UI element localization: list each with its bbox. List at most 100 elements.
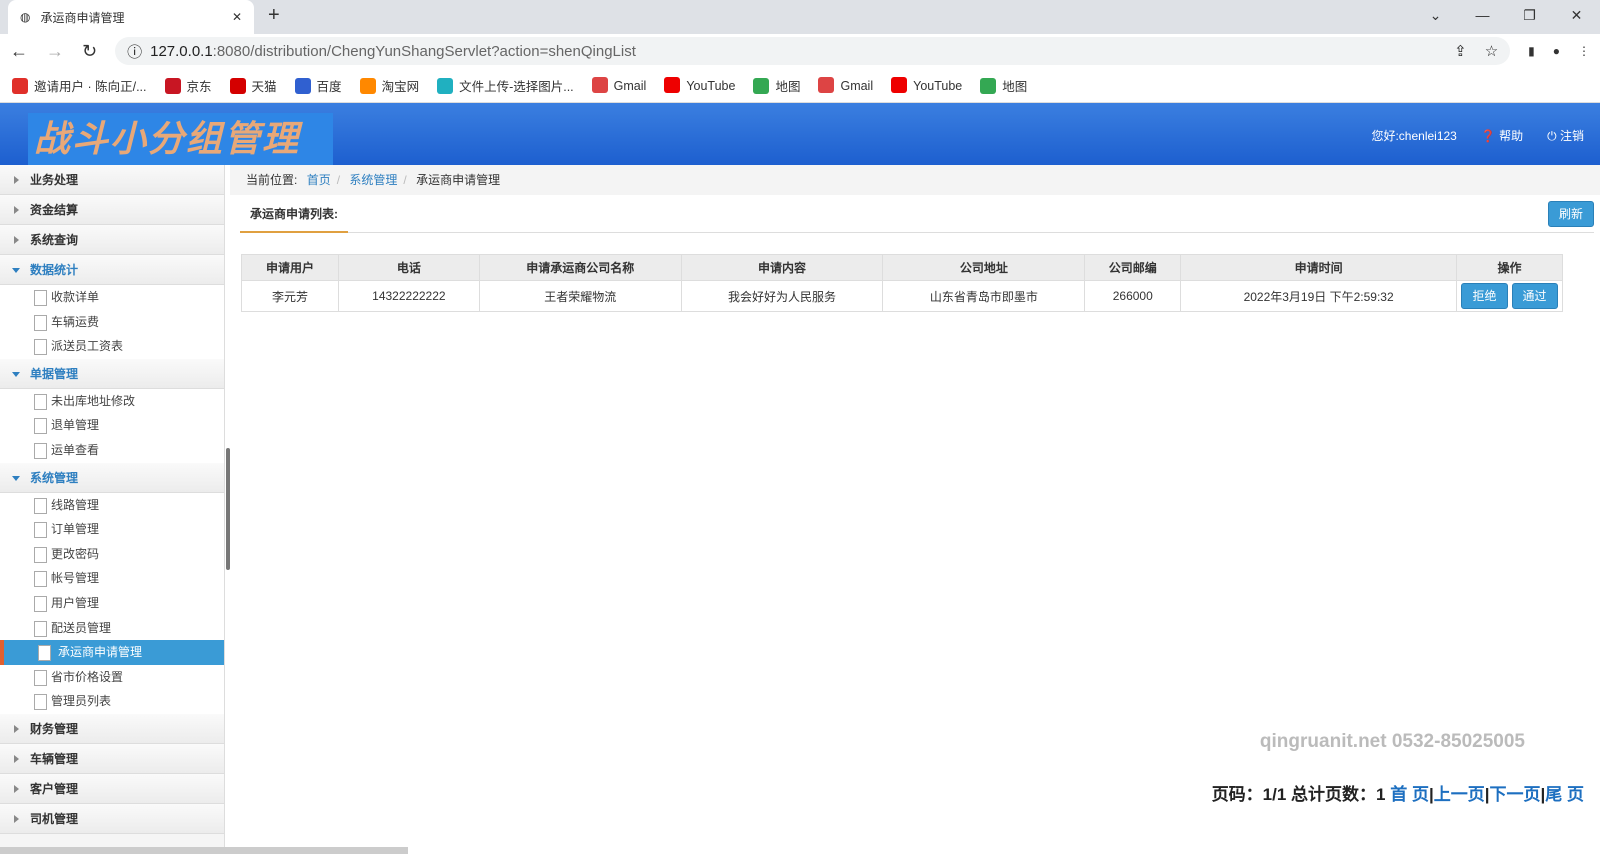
sidebar-group[interactable]: 财务管理: [0, 713, 224, 744]
approve-button[interactable]: 通过: [1511, 283, 1558, 309]
tab-search-icon[interactable]: ⌄: [1412, 0, 1459, 30]
info-icon: ⓘ: [127, 43, 143, 61]
table-cell: 李元芳: [241, 280, 339, 312]
menu-icon[interactable]: ⋮: [1578, 44, 1590, 58]
prev-page-link[interactable]: 上一页: [1434, 785, 1485, 804]
back-icon[interactable]: ←: [10, 41, 28, 62]
bookmark-icon: [359, 77, 376, 94]
column-header: 申请内容: [680, 254, 884, 281]
bookmark-icon: [818, 77, 835, 93]
sidebar-item[interactable]: 退单管理: [0, 413, 224, 438]
reload-icon[interactable]: ↻: [82, 41, 97, 62]
bookmark-icon: [294, 77, 311, 94]
app-header: 战斗小分组管理系统 您好:chenlei123 ❓ 帮助 ⏻ 注销: [0, 103, 1600, 212]
close-window-button[interactable]: ✕: [1553, 0, 1600, 30]
close-icon[interactable]: ✕: [232, 10, 242, 24]
new-tab-button[interactable]: +: [268, 4, 280, 27]
bookmark-label: 地图: [775, 79, 801, 94]
bookmark-item[interactable]: 邀请用户 · 陈向正/...: [12, 76, 147, 95]
column-header: 申请时间: [1180, 254, 1457, 281]
bookmark-item[interactable]: Gmail: [591, 77, 647, 93]
globe-icon: ◍: [20, 10, 31, 24]
sidebar-item[interactable]: 省市价格设置: [0, 664, 224, 690]
bookmark-item[interactable]: 地图: [753, 76, 800, 95]
next-page-link[interactable]: 下一页: [1490, 785, 1541, 804]
breadcrumb-system[interactable]: 系统管理: [349, 173, 397, 187]
sidebar-group[interactable]: 客户管理: [0, 773, 224, 804]
sidebar-item[interactable]: 配送员管理: [0, 615, 224, 641]
sidebar-group[interactable]: 系统管理: [0, 462, 224, 493]
sidebar-group[interactable]: 单据管理: [0, 358, 224, 389]
bookmark-item[interactable]: YouTube: [664, 77, 735, 93]
share-icon[interactable]: ⇪: [1454, 42, 1467, 60]
bookmark-label: 天猫: [251, 79, 277, 94]
sidebar-group[interactable]: 车辆管理: [0, 743, 224, 774]
refresh-button[interactable]: 刷新: [1547, 201, 1594, 227]
reject-button[interactable]: 拒绝: [1461, 283, 1508, 309]
column-header: 申请用户: [241, 254, 339, 281]
bookmark-item[interactable]: 百度: [294, 76, 342, 95]
bookmark-icon: [229, 77, 246, 94]
minimize-button[interactable]: —: [1459, 0, 1506, 30]
sidebar-item[interactable]: 运单查看: [0, 437, 224, 463]
sidebar-item[interactable]: 管理员列表: [0, 689, 224, 714]
breadcrumb-home[interactable]: 首页: [307, 173, 331, 187]
sidebar-group[interactable]: 系统查询: [0, 225, 224, 255]
table-cell: 我会好好为人民服务: [680, 280, 884, 312]
bookmark-item[interactable]: 文件上传-选择图片...: [437, 76, 574, 95]
sidebar-group[interactable]: 资金结算: [0, 195, 224, 225]
sidebar-item[interactable]: 收款详单: [0, 285, 224, 310]
sidebar-item[interactable]: 帐号管理: [0, 566, 224, 591]
sidebar-item[interactable]: 用户管理: [0, 590, 224, 616]
forward-icon[interactable]: →: [46, 41, 64, 62]
list-title: 承运商申请列表:: [240, 197, 348, 233]
last-page-link[interactable]: 尾 页: [1545, 785, 1584, 804]
sidebar-item[interactable]: 线路管理: [0, 492, 224, 518]
first-page-link[interactable]: 首 页: [1390, 785, 1429, 804]
greeting: 您好:chenlei123: [1371, 129, 1457, 143]
address-bar-row: ← → ↻ ⓘ 127.0.0.1:8080/distribution/Cheng…: [0, 34, 1600, 68]
sidebar-group[interactable]: 业务处理: [0, 165, 224, 195]
sidepanel-icon[interactable]: ▮: [1528, 44, 1535, 58]
help-link[interactable]: ❓ 帮助: [1481, 127, 1523, 144]
bookmark-item[interactable]: 京东: [164, 76, 212, 95]
bookmark-item[interactable]: 天猫: [229, 76, 277, 95]
table-cell: 2022年3月19日 下午2:59:32: [1180, 280, 1457, 312]
sidebar-item[interactable]: 承运商申请管理: [0, 640, 224, 665]
table-row: 李元芳 14322222222 王者荣耀物流 我会好好为人民服务 山东省青岛市即墨市 26…: [241, 280, 1563, 312]
bookmark-label: 京东: [186, 79, 212, 94]
breadcrumb-current: 承运商申请管理: [416, 173, 501, 187]
horizontal-scrollbar[interactable]: [0, 847, 408, 854]
restore-button[interactable]: ❐: [1506, 0, 1553, 30]
sidebar: 业务处理 资金结算 系统查询 数据统计 收款详单 车辆运费 派送员工资表 单据管理 未出库地址修…: [0, 165, 225, 854]
bookmark-label: 文件上传-选择图片...: [459, 79, 574, 94]
sidebar-item[interactable]: 派送员工资表: [0, 334, 224, 359]
bookmark-item[interactable]: 地图: [980, 76, 1027, 95]
sidebar-item[interactable]: 更改密码: [0, 541, 224, 567]
sidebar-item[interactable]: 订单管理: [0, 517, 224, 542]
logout-link[interactable]: ⏻ 注销: [1547, 127, 1584, 144]
bookmark-label: Gmail: [840, 79, 874, 93]
sidebar-item[interactable]: 车辆运费: [0, 309, 224, 335]
bookmark-icon: [891, 77, 908, 93]
profile-icon[interactable]: ●: [1553, 44, 1560, 58]
pager: 页码：1/1 总计页数：1 首 页|上一页|下一页|尾 页: [1211, 785, 1584, 804]
sidebar-group[interactable]: 司机管理: [0, 803, 224, 834]
main-content: 当前位置: 首页 / 系统管理 / 承运商申请管理 承运商申请列表: 刷新 申请用户…: [230, 165, 1600, 854]
bookmark-icon: [437, 77, 454, 94]
url-input[interactable]: ⓘ 127.0.0.1:8080/distribution/ChengYunSha…: [115, 37, 1511, 65]
watermark: qingruanit.net 0532-85025005: [1259, 731, 1525, 752]
bookmark-item[interactable]: 淘宝网: [359, 76, 419, 95]
bookmark-item[interactable]: Gmail: [818, 77, 873, 93]
sidebar-item[interactable]: 未出库地址修改: [0, 388, 224, 414]
star-icon[interactable]: ☆: [1485, 42, 1498, 60]
bookmark-icon: [12, 77, 28, 94]
browser-tab[interactable]: ◍ 承运商申请管理 ✕: [8, 0, 254, 34]
bookmark-label: Gmail: [613, 79, 647, 93]
sidebar-group[interactable]: 数据统计: [0, 255, 224, 285]
bookmark-label: YouTube: [686, 79, 736, 93]
bookmark-label: YouTube: [913, 79, 963, 93]
table-cell: 王者荣耀物流: [478, 280, 682, 312]
bookmark-icon: [591, 77, 608, 93]
bookmark-item[interactable]: YouTube: [891, 77, 962, 93]
